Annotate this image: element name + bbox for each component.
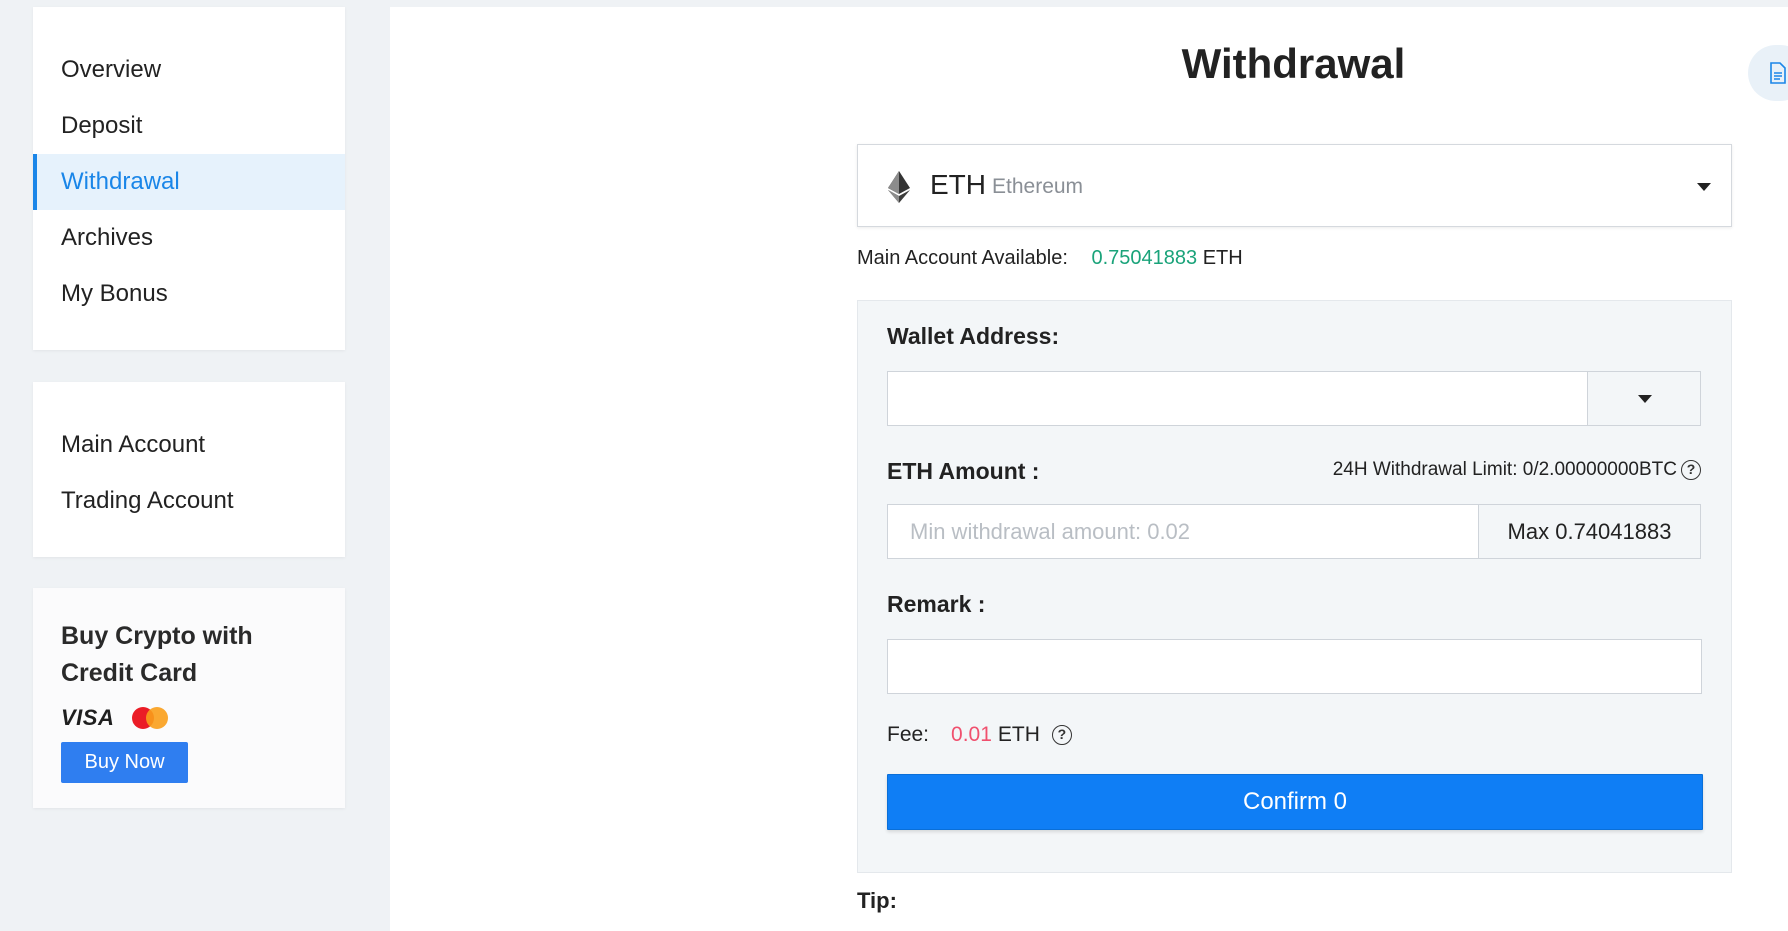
buy-crypto-card: Buy Crypto with Credit Card VISA Buy Now [33, 588, 345, 808]
wallet-address-label: Wallet Address: [887, 323, 1060, 349]
help-icon[interactable]: ? [1051, 725, 1072, 745]
help-icon[interactable]: ? [1681, 460, 1701, 480]
sidebar-item-archives[interactable]: Archives [33, 210, 345, 266]
eth-amount-label: ETH Amount : [887, 458, 1040, 484]
chevron-down-icon [1697, 183, 1711, 191]
max-amount-button[interactable]: Max 0.74041883 [1478, 504, 1701, 559]
fee-unit: ETH [997, 723, 1040, 746]
remark-label: Remark : [887, 591, 986, 617]
sidebar-item-overview[interactable]: Overview [33, 42, 345, 98]
sidebar-item-withdrawal[interactable]: Withdrawal [33, 154, 345, 210]
eth-amount-input[interactable]: Min withdrawal amount: 0.02 [887, 504, 1479, 559]
chevron-down-icon [1638, 395, 1652, 403]
buy-now-button[interactable]: Buy Now [61, 742, 188, 783]
wallet-address-dropdown[interactable] [1587, 371, 1701, 426]
sidebar-item-deposit[interactable]: Deposit [33, 98, 345, 154]
available-balance: Main Account Available: 0.75041883 ETH [857, 247, 1243, 270]
confirm-button[interactable]: Confirm 0 [887, 774, 1703, 830]
remark-input[interactable] [887, 639, 1702, 694]
available-unit: ETH [1202, 247, 1243, 269]
fee-value: 0.01 [951, 723, 992, 746]
ethereum-icon [888, 171, 910, 203]
page-title: Withdrawal [1181, 40, 1406, 87]
buy-crypto-title: Buy Crypto with Credit Card [61, 622, 253, 687]
page: Overview Deposit Withdrawal Archives My … [0, 0, 1788, 931]
fee-label: Fee: [887, 723, 930, 746]
withdrawal-limit-text: 24H Withdrawal Limit: 0/2.00000000BTC [1332, 459, 1677, 480]
sidebar-item-my-bonus[interactable]: My Bonus [33, 266, 345, 322]
document-icon [1770, 62, 1786, 84]
sidebar-item-main-account[interactable]: Main Account [33, 417, 345, 473]
tip-label: Tip: [857, 888, 897, 913]
card-logos: VISA [61, 702, 317, 734]
page-title-wrap: Withdrawal [857, 40, 1730, 88]
coin-select[interactable]: ETH Ethereum [857, 144, 1732, 227]
coin-symbol: ETH [930, 169, 986, 200]
withdrawal-form: Wallet Address: ETH Amount : 24H Withdra… [857, 300, 1732, 873]
visa-logo: VISA [61, 705, 115, 730]
withdrawal-limit: 24H Withdrawal Limit: 0/2.00000000BTC ? [1333, 459, 1701, 481]
wallet-address-input[interactable] [887, 371, 1588, 426]
sidebar-item-trading-account[interactable]: Trading Account [33, 473, 345, 529]
mastercard-logo [132, 707, 170, 729]
available-value: 0.75041883 [1091, 247, 1198, 269]
fee-row: Fee: 0.01 ETH ? [887, 723, 1072, 747]
sidebar-nav: Overview Deposit Withdrawal Archives My … [33, 7, 345, 350]
available-label: Main Account Available: [857, 247, 1068, 269]
coin-name: Ethereum [992, 175, 1084, 198]
sidebar-accounts: Main Account Trading Account [33, 382, 345, 557]
